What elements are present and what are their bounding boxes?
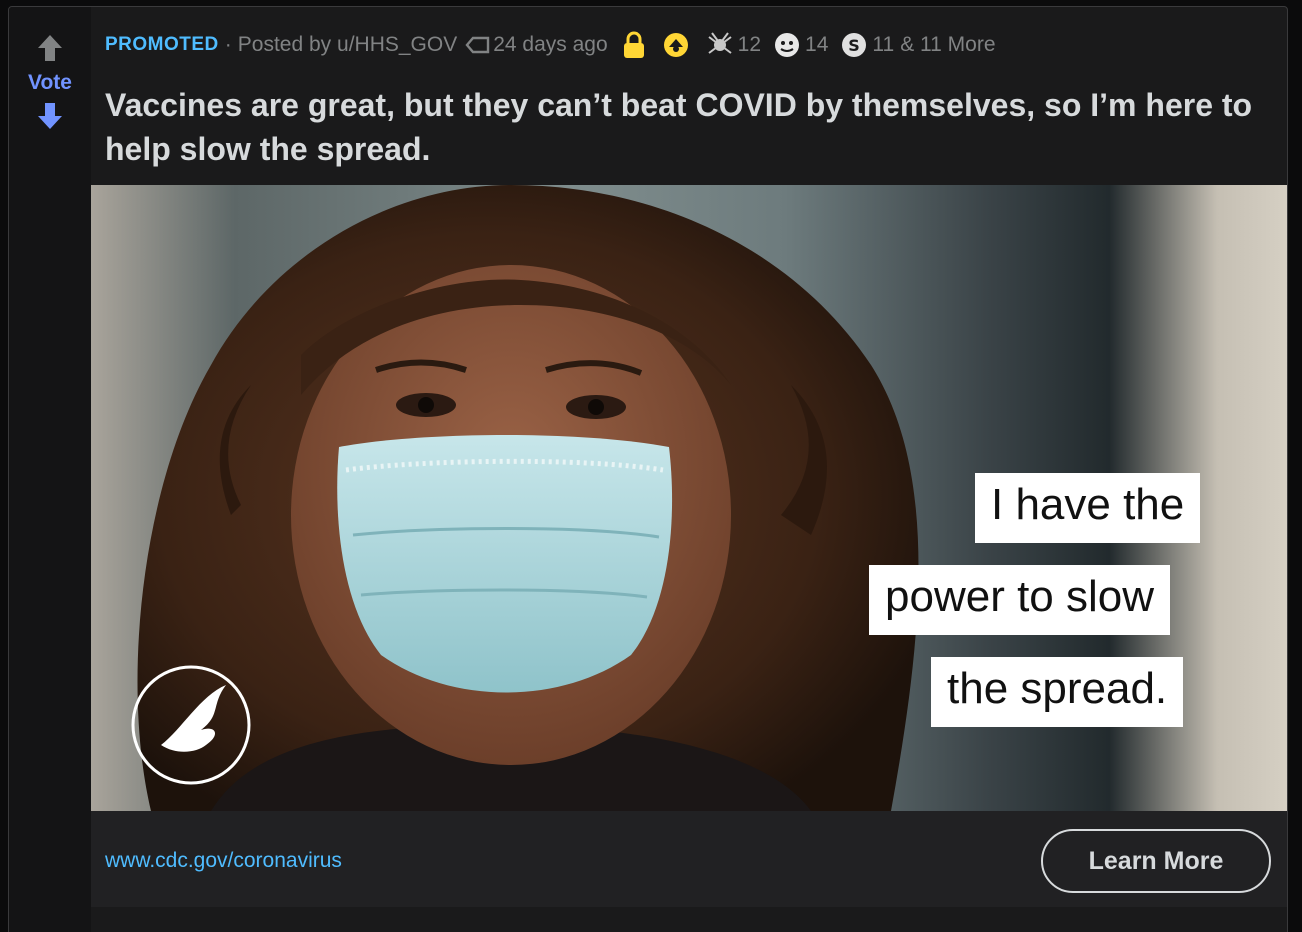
spider-award-icon[interactable]: [706, 31, 734, 59]
silver-s-award-icon[interactable]: S: [840, 31, 868, 59]
image-caption-line: I have the: [975, 473, 1201, 543]
posted-by-link[interactable]: Posted by u/HHS_GOV: [238, 33, 457, 57]
award-count: 14: [805, 33, 829, 56]
tag-icon: [465, 36, 491, 54]
vote-label: Vote: [28, 71, 72, 94]
lock-icon: [622, 31, 646, 59]
post-age[interactable]: 24 days ago: [493, 33, 607, 57]
post-content: PROMOTED · Posted by u/HHS_GOV 24 days a…: [91, 7, 1287, 932]
downvote-arrow-icon: [38, 103, 62, 129]
svg-text:S: S: [849, 36, 861, 55]
post-meta: PROMOTED · Posted by u/HHS_GOV 24 days a…: [105, 31, 996, 59]
helpful-award-icon[interactable]: [662, 31, 690, 59]
image-caption-line: power to slow: [869, 565, 1171, 635]
promoted-post-card[interactable]: Vote PROMOTED · Posted by u/HHS_GOV 24 d…: [8, 6, 1288, 932]
upvote-arrow-icon: [38, 35, 62, 61]
more-awards-link[interactable]: & 11 More: [900, 33, 995, 57]
vote-column: Vote: [9, 7, 91, 932]
award-count: 12: [737, 33, 762, 56]
learn-more-button[interactable]: Learn More: [1041, 829, 1271, 893]
promoted-badge: PROMOTED: [105, 34, 219, 55]
ad-link-bar: www.cdc.gov/coronavirus Learn More: [91, 811, 1287, 907]
hugz-award-icon[interactable]: [773, 31, 801, 59]
downvote-button[interactable]: [35, 99, 65, 133]
award-count: 11: [872, 33, 895, 56]
post-title[interactable]: Vaccines are great, but they can’t beat …: [105, 83, 1255, 171]
upvote-button[interactable]: [35, 31, 65, 65]
image-caption-line: the spread.: [931, 657, 1184, 727]
meta-separator: ·: [224, 33, 232, 56]
ad-link-url[interactable]: www.cdc.gov/coronavirus: [105, 849, 342, 873]
post-media-image[interactable]: I have the power to slow the spread.: [91, 185, 1287, 811]
